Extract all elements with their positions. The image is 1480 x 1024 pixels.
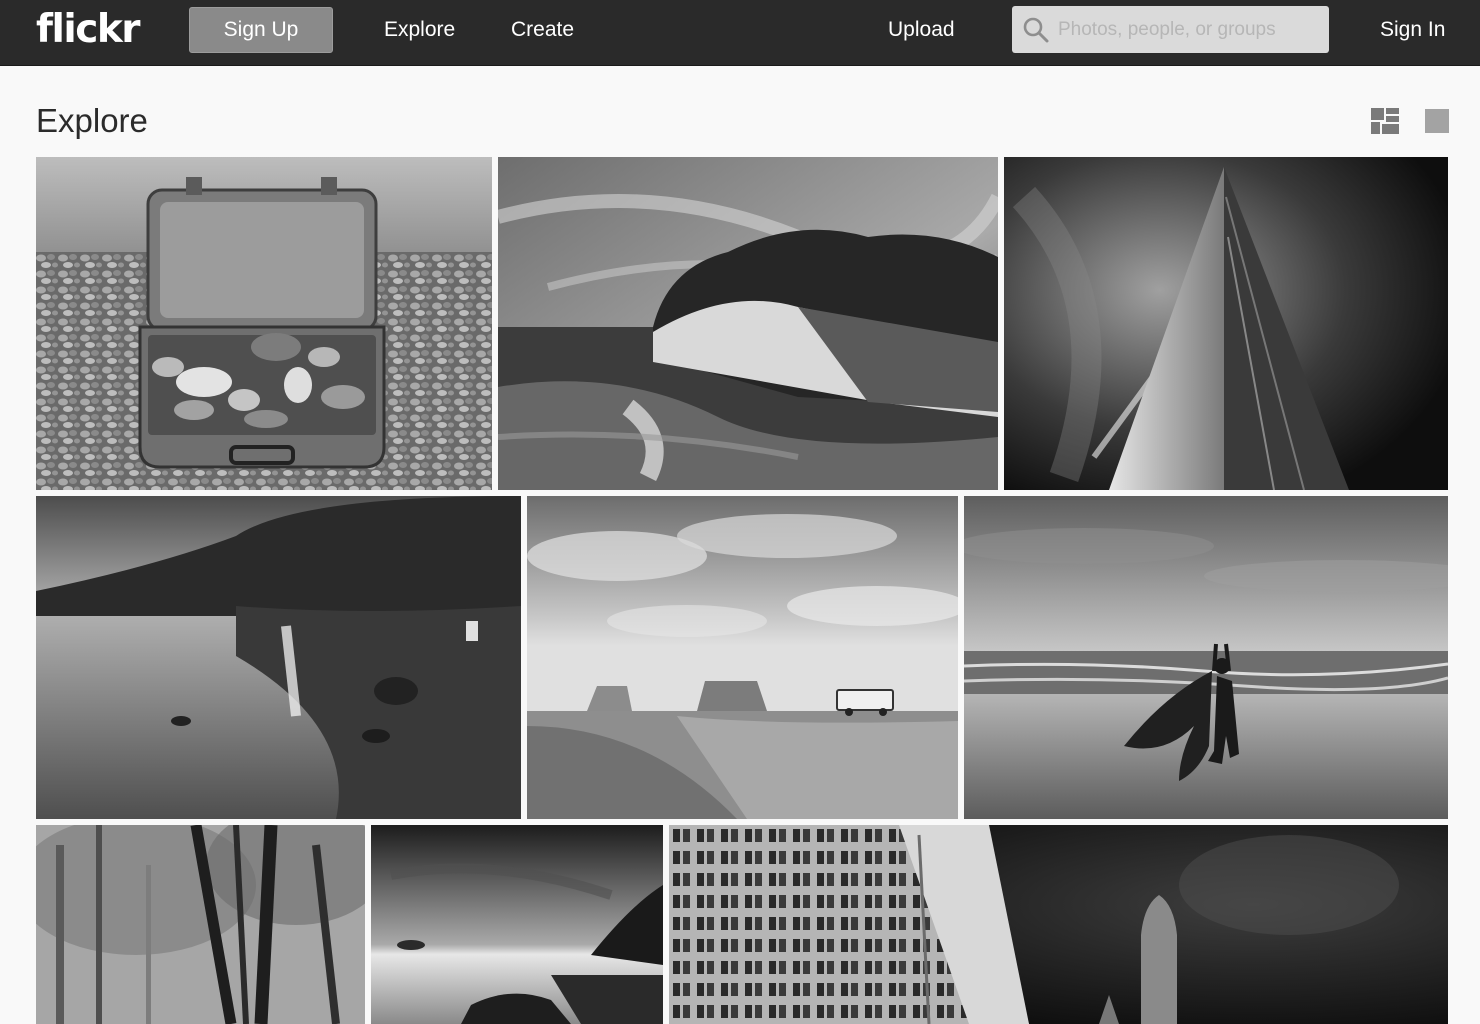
top-navigation-bar: flickr Sign Up Explore Create Upload Sig… (0, 0, 1480, 66)
gothic-cathedral-image (669, 825, 1448, 1024)
search-input[interactable] (1058, 6, 1320, 53)
suitcase-pebbles-image (36, 157, 492, 490)
photo-foggy-forest[interactable] (36, 825, 365, 1024)
nav-upload-link[interactable]: Upload (888, 7, 955, 53)
flickr-logo[interactable]: flickr (36, 8, 141, 52)
lake-shore-image (36, 496, 521, 819)
nav-create-link[interactable]: Create (511, 7, 574, 53)
search-box[interactable] (1012, 6, 1329, 53)
photo-sunset-coast[interactable] (371, 825, 663, 1024)
photo-skyscraper[interactable] (1004, 157, 1448, 490)
desert-bus-image (527, 496, 958, 819)
skyscraper-image (1004, 157, 1448, 490)
sunset-coast-image (371, 825, 663, 1024)
photo-lake-shore[interactable] (36, 496, 521, 819)
justified-grid-icon[interactable] (1371, 108, 1399, 134)
coastal-cliff-image (498, 157, 998, 490)
photo-coastal-cliff[interactable] (498, 157, 998, 490)
photo-desert-bus[interactable] (527, 496, 958, 819)
beach-dancer-image (964, 496, 1448, 819)
sign-up-button[interactable]: Sign Up (189, 7, 333, 53)
foggy-forest-image (36, 825, 365, 1024)
nav-explore-link[interactable]: Explore (384, 7, 455, 53)
photo-suitcase-pebbles[interactable] (36, 157, 492, 490)
photo-beach-dancer[interactable] (964, 496, 1448, 819)
photo-gothic-cathedral[interactable] (669, 825, 1448, 1024)
sign-in-link[interactable]: Sign In (1380, 7, 1445, 53)
page-title: Explore (36, 102, 148, 139)
single-view-icon[interactable] (1425, 109, 1449, 133)
search-icon[interactable] (1022, 16, 1050, 44)
